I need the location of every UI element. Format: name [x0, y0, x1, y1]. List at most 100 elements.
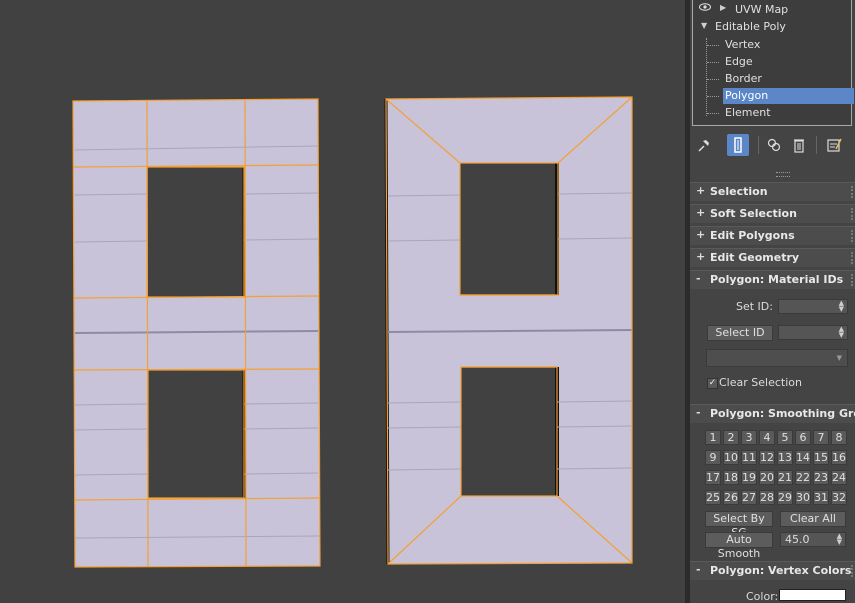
smoothing-group-button[interactable]: 32 [831, 490, 847, 505]
pin-stack-icon[interactable] [696, 136, 712, 154]
auto-smooth-button[interactable]: Auto Smooth [705, 532, 773, 560]
smoothing-group-button[interactable]: 20 [759, 470, 775, 485]
smoothing-group-button[interactable]: 9 [705, 450, 721, 465]
show-end-result-icon[interactable] [727, 134, 749, 156]
rollout-title: Polygon: Vertex Colors [710, 564, 852, 577]
spinner-arrows-icon[interactable]: ▲ ▼ [839, 326, 844, 339]
smoothing-group-button[interactable]: 11 [741, 450, 757, 465]
perspective-viewport[interactable] [0, 0, 685, 603]
smoothing-group-button[interactable]: 28 [759, 490, 775, 505]
tree-branch [707, 79, 719, 80]
viewport-canvas[interactable] [0, 0, 685, 603]
tree-branch [707, 113, 719, 114]
sub-object-border[interactable]: Border [725, 71, 845, 87]
collapse-triangle-icon[interactable]: ▼ [701, 21, 707, 30]
vertex-color-label: Color: [746, 590, 779, 603]
set-id-label: Set ID: [736, 300, 773, 313]
smoothing-group-button[interactable]: 2 [723, 430, 739, 445]
make-unique-icon[interactable] [766, 136, 782, 154]
rollout-smoothing-groups[interactable]: - Polygon: Smoothing Grou [690, 404, 855, 423]
smoothing-group-button[interactable]: 27 [741, 490, 757, 505]
auto-smooth-value: 45.0 [785, 533, 810, 546]
rollout-edit-geometry[interactable]: + Edit Geometry [690, 248, 855, 267]
rollout-selection[interactable]: + Selection [690, 182, 855, 201]
smoothing-group-button[interactable]: 1 [705, 430, 721, 445]
rollout-material-ids[interactable]: - Polygon: Material IDs [690, 270, 855, 289]
clear-selection-checkbox[interactable]: ✓ [707, 378, 718, 389]
stack-item-editable-poly[interactable]: Editable Poly [715, 19, 786, 35]
smoothing-group-button[interactable]: 18 [723, 470, 739, 485]
smoothing-group-button[interactable]: 5 [777, 430, 793, 445]
eye-icon[interactable] [699, 3, 711, 11]
smoothing-group-button[interactable]: 23 [813, 470, 829, 485]
smoothing-group-button[interactable]: 8 [831, 430, 847, 445]
rollout-soft-selection[interactable]: + Soft Selection [690, 204, 855, 223]
smoothing-group-button[interactable]: 24 [831, 470, 847, 485]
rollout-expand-sign: + [696, 250, 706, 263]
smoothing-group-button[interactable]: 29 [777, 490, 793, 505]
resize-grip[interactable] [776, 172, 790, 177]
material-name-dropdown[interactable]: ▼ [706, 349, 848, 367]
rollout-title: Soft Selection [710, 207, 797, 220]
rollout-vertex-colors[interactable]: - Polygon: Vertex Colors [690, 561, 855, 580]
smoothing-group-button[interactable]: 14 [795, 450, 811, 465]
clear-all-button[interactable]: Clear All [780, 511, 846, 527]
smoothing-group-button[interactable]: 22 [795, 470, 811, 485]
smoothing-group-button[interactable]: 13 [777, 450, 793, 465]
modify-command-panel: ▶ UVW Map ▼ Editable Poly Vertex Edge Bo… [690, 0, 855, 603]
rollout-grip [851, 274, 855, 286]
auto-smooth-threshold-spinner[interactable]: 45.0 ▲ ▼ [780, 532, 846, 547]
sub-object-element[interactable]: Element [725, 105, 845, 121]
chevron-down-icon: ▼ [836, 354, 842, 362]
spinner-arrows-icon[interactable]: ▲ ▼ [837, 533, 842, 546]
smoothing-group-button[interactable]: 6 [795, 430, 811, 445]
configure-modifier-sets-icon[interactable] [826, 136, 842, 154]
clear-selection-label: Clear Selection [719, 376, 802, 389]
set-id-spinner[interactable]: ▲ ▼ [778, 299, 848, 314]
expand-triangle-icon[interactable]: ▶ [720, 3, 726, 12]
rollout-grip [851, 186, 855, 198]
rollout-expand-sign: + [696, 184, 706, 197]
smoothing-group-button[interactable]: 31 [813, 490, 829, 505]
select-id-button[interactable]: Select ID [707, 325, 773, 341]
rollout-grip [851, 208, 855, 220]
vertex-color-swatch[interactable] [779, 589, 846, 601]
smoothing-group-button[interactable]: 21 [777, 470, 793, 485]
stack-item-uvw-map[interactable]: UVW Map [735, 2, 788, 18]
spinner-arrows-icon[interactable]: ▲ ▼ [839, 300, 844, 313]
tree-branch [707, 96, 719, 97]
smoothing-group-button[interactable]: 12 [759, 450, 775, 465]
stack-tree-line [706, 38, 707, 116]
sub-object-polygon[interactable]: Polygon [723, 88, 854, 104]
smoothing-group-button[interactable]: 17 [705, 470, 721, 485]
modifier-stack[interactable]: ▶ UVW Map ▼ Editable Poly Vertex Edge Bo… [692, 0, 854, 126]
toolbar-separator [816, 136, 817, 154]
rollout-expand-sign: + [696, 228, 706, 241]
rollout-title: Edit Geometry [710, 251, 800, 264]
select-by-sg-button[interactable]: Select By SG [705, 511, 773, 539]
sub-object-vertex[interactable]: Vertex [725, 37, 845, 53]
toolbar-separator [758, 136, 759, 154]
rollout-title: Selection [710, 185, 768, 198]
smoothing-group-button[interactable]: 25 [705, 490, 721, 505]
rollout-edit-polygons[interactable]: + Edit Polygons [690, 226, 855, 245]
smoothing-group-button[interactable]: 3 [741, 430, 757, 445]
tree-branch [707, 62, 719, 63]
rollout-grip [851, 565, 855, 577]
rollout-collapse-sign: - [696, 563, 701, 576]
select-id-spinner[interactable]: ▲ ▼ [778, 325, 848, 340]
smoothing-group-button[interactable]: 30 [795, 490, 811, 505]
smoothing-group-button[interactable]: 4 [759, 430, 775, 445]
sub-object-edge[interactable]: Edge [725, 54, 845, 70]
smoothing-group-button[interactable]: 26 [723, 490, 739, 505]
rollout-grip [851, 230, 855, 242]
mesh-figure-eight-left[interactable] [72, 98, 321, 568]
smoothing-group-button[interactable]: 16 [831, 450, 847, 465]
smoothing-group-button[interactable]: 19 [741, 470, 757, 485]
smoothing-group-button[interactable]: 15 [813, 450, 829, 465]
mesh-figure-eight-right[interactable] [384, 96, 633, 565]
rollout-collapse-sign: - [696, 406, 701, 419]
smoothing-group-button[interactable]: 10 [723, 450, 739, 465]
remove-modifier-icon[interactable] [791, 136, 807, 154]
smoothing-group-button[interactable]: 7 [813, 430, 829, 445]
